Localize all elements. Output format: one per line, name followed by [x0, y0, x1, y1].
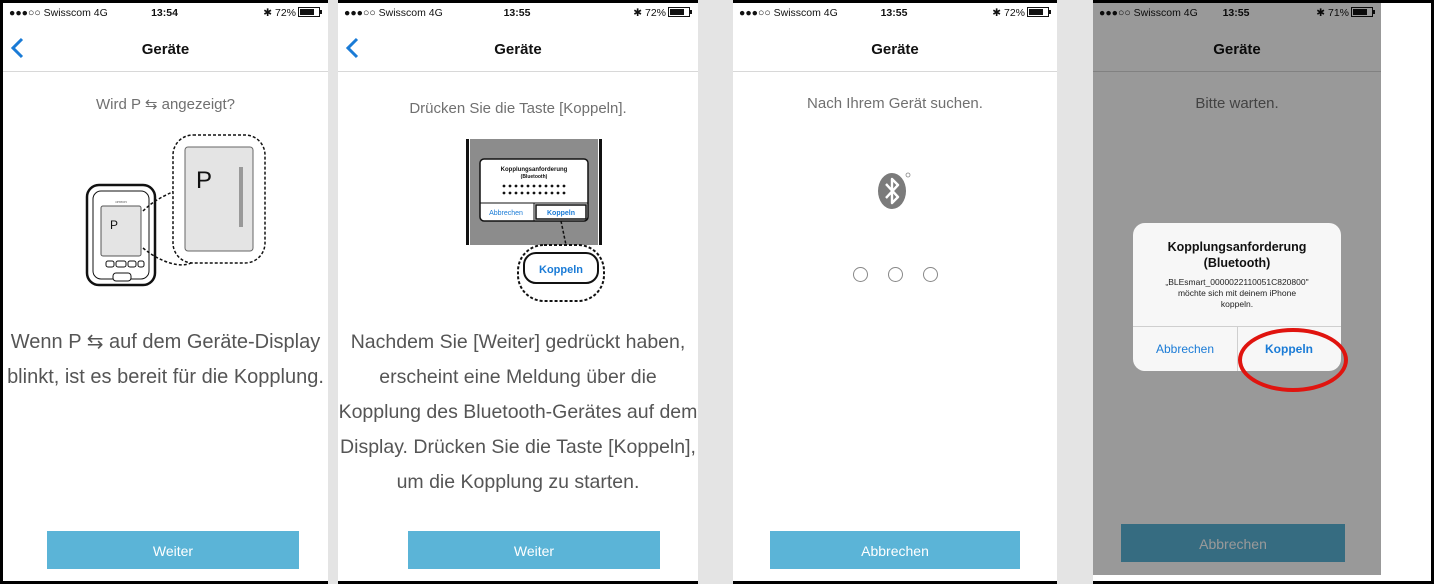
panel-divider [698, 0, 733, 584]
instruction-line-3: Kopplung des Bluetooth-Gerätes auf dem [338, 401, 698, 423]
clock: 13:55 [503, 7, 531, 19]
alert-message-line-1: „BLEsmart_0000022110051C820800" [1165, 277, 1309, 287]
pairing-illustration: Kopplungsanforderung (Bluetooth) Abbrech… [466, 139, 605, 302]
instruction-line-2: blinkt, ist es bereit für die Kopplung. [7, 366, 324, 388]
alert-message: „BLEsmart_0000022110051C820800" möchte s… [1133, 277, 1341, 310]
zoomed-koppeln-label: Koppeln [539, 264, 583, 276]
loading-dot [887, 267, 903, 282]
battery-percent: 72% [1003, 7, 1025, 19]
nav-bar: Geräte [3, 27, 328, 72]
nav-bar: Geräte [338, 27, 698, 72]
mini-alert-confirm: Koppeln [547, 210, 575, 217]
battery-percent: 72% [644, 7, 666, 19]
instruction-line-4: Display. Drücken Sie die Taste [Koppeln]… [340, 436, 696, 458]
nav-bar: Geräte [733, 27, 1057, 72]
nav-title: Geräte [494, 41, 542, 58]
battery-indicator: ✱ 72% [633, 7, 692, 19]
small-display-letter: P [110, 218, 118, 232]
device-illustration: omron P P [85, 134, 266, 287]
clock: 13:55 [880, 7, 908, 19]
alert-message-line-2: möchte sich mit deinem iPhone [1177, 288, 1297, 298]
alert-cancel-button[interactable]: Abbrechen [1133, 327, 1237, 371]
status-bar: ●●●○○ Swisscom 4G 13:54 ✱ 72% [9, 7, 322, 23]
instruction-text: Nachdem Sie [Weiter] gedrückt haben, ers… [338, 325, 698, 500]
instruction-line-5: um die Kopplung zu starten. [396, 471, 640, 493]
battery-icon [298, 7, 322, 17]
mini-alert-cancel: Abbrechen [489, 210, 523, 217]
instruction-line-1: Nachdem Sie [Weiter] gedrückt haben, [350, 331, 686, 353]
screen-1: ●●●○○ Swisscom 4G 13:54 ✱ 72% Geräte Wir… [3, 3, 328, 581]
weiter-button[interactable]: Weiter [47, 531, 299, 569]
battery-icon [1027, 7, 1051, 17]
instruction-text: Wenn P ⇆ auf dem Geräte-Display blinkt, … [3, 325, 328, 395]
device-brand-label: omron [115, 199, 126, 204]
battery-indicator: ✱ 72% [263, 7, 322, 19]
status-bar: ●●●○○ Swisscom 4G 13:55 ✱ 72% [739, 7, 1051, 23]
instruction-line-1: Wenn P ⇆ auf dem Geräte-Display [10, 331, 321, 353]
alert-subtitle-line: (Bluetooth) [1203, 256, 1271, 270]
bluetooth-icon [878, 172, 911, 209]
panel-divider [328, 0, 338, 584]
prompt-text: Drücken Sie die Taste [Koppeln]. [409, 100, 627, 117]
screen-3: ●●●○○ Swisscom 4G 13:55 ✱ 72% Geräte Nac… [733, 3, 1057, 581]
panel-divider [1057, 0, 1093, 584]
weiter-button[interactable]: Weiter [408, 531, 660, 569]
prompt-text: Wird P ⇆ angezeigt? [95, 96, 236, 113]
battery-percent: 72% [274, 7, 296, 19]
loading-dot [852, 267, 868, 282]
battery-indicator: ✱ 72% [992, 7, 1051, 19]
screen-2: ●●●○○ Swisscom 4G 13:55 ✱ 72% Geräte Drü… [338, 3, 698, 581]
carrier-label: ●●●○○ Swisscom 4G [739, 7, 838, 19]
alert-title: Kopplungsanforderung (Bluetooth) [1133, 239, 1341, 271]
abbrechen-button[interactable]: Abbrechen [770, 531, 1020, 569]
zoomed-display-letter: P [196, 167, 212, 194]
carrier-label: ●●●○○ Swisscom 4G [9, 7, 108, 19]
battery-icon [668, 7, 692, 17]
instruction-line-2: erscheint eine Meldung über die [379, 366, 657, 388]
loading-dots [733, 267, 1057, 287]
nav-title: Geräte [871, 41, 919, 58]
mini-alert-title: Kopplungsanforderung [501, 167, 568, 173]
carrier-label: ●●●○○ Swisscom 4G [344, 7, 443, 19]
alert-title-line: Kopplungsanforderung [1167, 240, 1307, 254]
clock: 13:54 [151, 7, 178, 19]
status-bar: ●●●○○ Swisscom 4G 13:55 ✱ 72% [344, 7, 692, 23]
mini-alert-subtitle: (Bluetooth) [521, 174, 548, 180]
screen-4: ●●●○○ Swisscom 4G 13:55 ✱ 71% Geräte Bit… [1093, 3, 1381, 575]
highlight-circle [1238, 328, 1348, 392]
prompt-text: Nach Ihrem Gerät suchen. [807, 95, 983, 112]
nav-title: Geräte [141, 41, 190, 58]
loading-dot [922, 267, 938, 282]
alert-message-line-3: koppeln. [1220, 299, 1254, 309]
